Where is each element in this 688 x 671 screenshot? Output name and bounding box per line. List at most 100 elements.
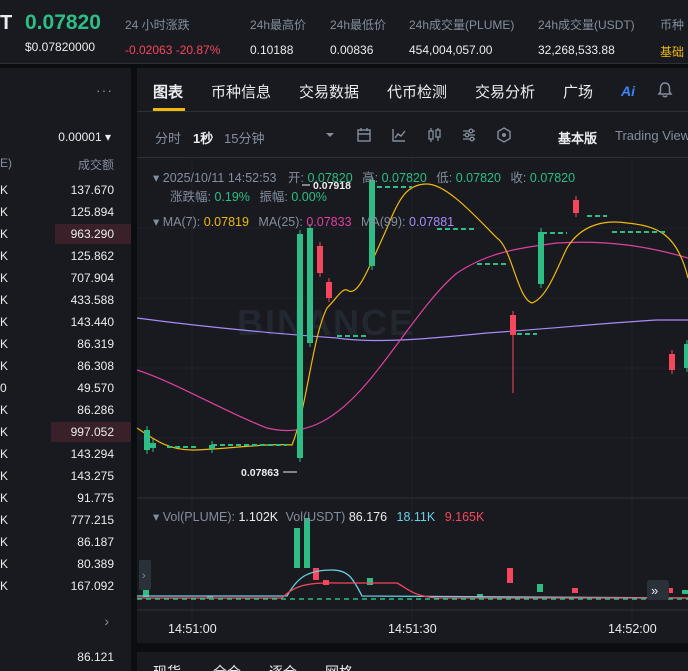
- symbol-name[interactable]: T: [0, 12, 12, 35]
- change-info: 涨跌幅: 0.19% 振幅: 0.00%: [170, 190, 327, 204]
- tab-coin-info[interactable]: 币种信息: [211, 81, 271, 102]
- trade-row[interactable]: 0 49.570: [0, 377, 131, 399]
- trade-row[interactable]: K 707.904: [0, 267, 131, 289]
- more-options-icon[interactable]: ···: [96, 82, 113, 98]
- trade-amount: 86.319: [77, 337, 114, 351]
- trade-amount: 707.904: [70, 271, 114, 285]
- chart-canvas[interactable]: BINANCE0.079180.07863›»: [137, 158, 688, 643]
- trade-row[interactable]: K 91.775: [0, 487, 131, 509]
- ma-info: ▾ MA(7): 0.07819 MA(25): 0.07833 MA(99):…: [153, 215, 455, 229]
- candle-body: [669, 354, 675, 370]
- trade-qty: K: [0, 205, 9, 219]
- candlestick-chart[interactable]: BINANCE 0.07918 0.07863 ›» ▾ 2025/10/11 14:…: [137, 158, 688, 643]
- volume-bar: [304, 518, 310, 568]
- settings-sliders-icon[interactable]: [460, 126, 478, 144]
- trade-row[interactable]: K 433.588: [0, 289, 131, 311]
- tab-trade-analysis[interactable]: 交易分析: [475, 81, 535, 102]
- trade-row[interactable]: K 167.092: [0, 575, 131, 597]
- volume-bar: [537, 584, 543, 592]
- interval-15m[interactable]: 15分钟: [224, 128, 264, 147]
- trade-qty: K: [0, 425, 9, 439]
- last-price: 0.07820: [25, 11, 101, 34]
- trade-qty: K: [0, 315, 9, 329]
- tab-trading-data[interactable]: 交易数据: [299, 81, 359, 102]
- trade-row[interactable]: K 143.275: [0, 465, 131, 487]
- x-tick-label: 14:51:00: [168, 622, 217, 636]
- mode-basic[interactable]: 基本版: [558, 128, 597, 147]
- trade-amount: 86.286: [77, 403, 114, 417]
- trade-row[interactable]: K 86.286: [0, 399, 131, 421]
- stat-24h-change: 24 小时涨跌 -0.02063 -20.87%: [125, 18, 221, 57]
- chevron-right-icon[interactable]: ›: [104, 613, 109, 629]
- trade-qty: K: [0, 513, 9, 527]
- candle-body: [317, 246, 323, 273]
- tab-token-check[interactable]: 代币检测: [387, 81, 447, 102]
- trade-row[interactable]: K 143.294: [0, 443, 131, 465]
- trade-qty: K: [0, 249, 9, 263]
- candle-body: [326, 282, 332, 298]
- trade-row[interactable]: K 125.894: [0, 201, 131, 223]
- stat-token[interactable]: 币种 基础: [660, 16, 684, 60]
- chevron-down-icon[interactable]: [321, 126, 339, 144]
- ai-icon[interactable]: Ai: [621, 83, 635, 99]
- trade-qty: K: [0, 579, 9, 593]
- tab-chart[interactable]: 图表: [153, 81, 183, 102]
- candle-body: [144, 430, 150, 450]
- trade-qty: K: [0, 491, 9, 505]
- trade-row[interactable]: K 80.389: [0, 553, 131, 575]
- stat-24h-volume-quote: 24h成交量(USDT) 32,268,533.88: [538, 18, 635, 57]
- x-tick-label: 14:51:30: [388, 622, 437, 636]
- trade-qty: K: [0, 447, 9, 461]
- volume-bar: [682, 590, 688, 594]
- trade-row[interactable]: K 963.290: [0, 223, 131, 245]
- precision-select[interactable]: 0.00001 ▾: [58, 130, 111, 144]
- trade-row[interactable]: K 143.440: [0, 311, 131, 333]
- trade-row[interactable]: K 86.319: [0, 333, 131, 355]
- trade-amount: 963.290: [70, 227, 114, 241]
- tab-square[interactable]: 广场: [563, 81, 593, 102]
- candle-body: [297, 234, 303, 458]
- trade-qty: K: [0, 183, 9, 197]
- trade-row[interactable]: K 86.308: [0, 355, 131, 377]
- trade-row[interactable]: K 137.670: [0, 179, 131, 201]
- trade-amount: 80.389: [77, 557, 114, 571]
- last-price-usd: $0.07820000: [25, 40, 96, 54]
- interval-1s[interactable]: 1秒: [193, 128, 213, 147]
- trade-amount: 997.052: [70, 425, 114, 439]
- candle-body: [510, 315, 516, 335]
- calendar-icon[interactable]: [355, 126, 373, 144]
- interval-timeline[interactable]: 分时: [155, 128, 181, 147]
- trade-row[interactable]: K 997.052: [0, 421, 131, 443]
- trade-amount: 143.294: [70, 447, 114, 461]
- indicator-icon[interactable]: [390, 126, 408, 144]
- volume-bar: [367, 578, 373, 585]
- tab-grid[interactable]: 网格: [325, 662, 353, 671]
- trade-amount: 125.862: [70, 249, 114, 263]
- tab-spot[interactable]: 现货: [153, 662, 181, 671]
- trade-amount: 86.308: [77, 359, 114, 373]
- trade-amount: 777.215: [70, 513, 114, 527]
- candle-type-icon[interactable]: [425, 126, 443, 144]
- low-price-marker: 0.07863: [241, 467, 279, 479]
- tab-cross[interactable]: 全仓: [213, 662, 241, 671]
- stat-24h-volume-base: 24h成交量(PLUME) 454,004,057.00: [409, 18, 515, 57]
- tab-isolated[interactable]: 逐仓: [269, 662, 297, 671]
- double-chevron-right-icon: »: [651, 583, 658, 598]
- hexagon-icon[interactable]: [495, 126, 513, 144]
- trade-row[interactable]: K 125.862: [0, 245, 131, 267]
- trade-qty: K: [0, 469, 9, 483]
- trade-qty: K: [0, 557, 9, 571]
- volume-bar: [507, 568, 513, 583]
- volume-bar: [572, 588, 578, 593]
- candle-body: [573, 200, 579, 213]
- trade-row[interactable]: K 777.215: [0, 509, 131, 531]
- chart-toolbar: 分时 1秒 15分钟 基本版 Trading View: [137, 112, 688, 158]
- trade-amount: 125.894: [70, 205, 114, 219]
- trade-row[interactable]: K 86.187: [0, 531, 131, 553]
- trade-amount: 167.092: [70, 579, 114, 593]
- volume-info: ▾ Vol(PLUME): 1.102K Vol(USDT) 86.176 18…: [153, 510, 485, 524]
- bell-icon[interactable]: [656, 81, 674, 99]
- trade-qty: K: [0, 403, 9, 417]
- trade-amount: 91.775: [77, 491, 114, 505]
- mode-tradingview[interactable]: Trading View: [615, 128, 688, 143]
